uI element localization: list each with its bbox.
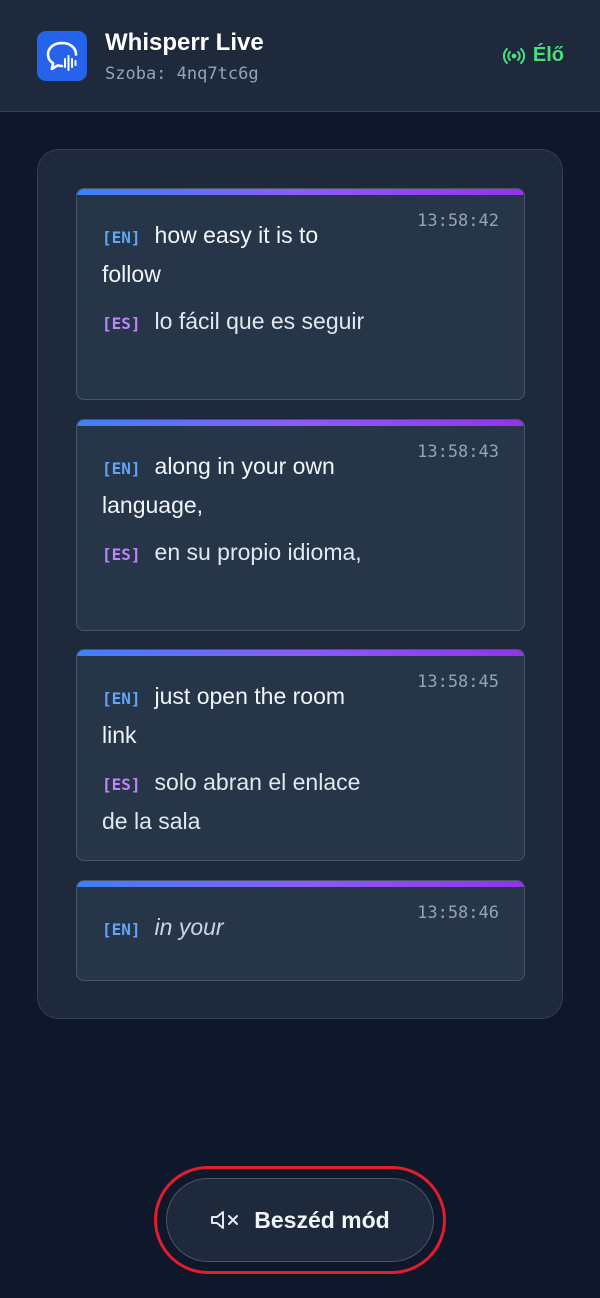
transcript-card-live: 13:58:46 [EN] in your bbox=[76, 880, 525, 981]
spanish-text: en su propio idioma, bbox=[154, 539, 362, 565]
room-code: 4nq7tc6g bbox=[176, 64, 259, 84]
live-status-label: Élő bbox=[532, 44, 564, 66]
transcript-panel[interactable]: 13:58:42 [EN] how easy it is to follow [E… bbox=[37, 149, 563, 1019]
timestamp: 13:58:43 bbox=[417, 442, 499, 462]
speaker-muted-icon bbox=[211, 1211, 239, 1229]
speech-mode-button[interactable]: Beszéd mód bbox=[166, 1178, 434, 1262]
timestamp: 13:58:45 bbox=[417, 672, 499, 692]
app-title: Whisperr Live bbox=[105, 29, 264, 56]
language-tag-es: [ES] bbox=[102, 314, 141, 333]
spanish-line: [ES] solo abran el enlace de la sala bbox=[102, 764, 372, 839]
english-line: [EN] just open the room link bbox=[102, 678, 372, 753]
transcript-card: 13:58:43 [EN] along in your own language,… bbox=[76, 419, 525, 631]
speech-mode-label: Beszéd mód bbox=[254, 1206, 390, 1233]
app-logo bbox=[37, 31, 87, 81]
live-status: Élő bbox=[502, 44, 564, 67]
transcript-card: 13:58:45 [EN] just open the room link [ES… bbox=[76, 649, 525, 861]
language-tag-es: [ES] bbox=[102, 545, 141, 564]
broadcast-icon bbox=[502, 47, 525, 64]
english-line: [EN] along in your own language, bbox=[102, 448, 372, 523]
room-info: Szoba: 4nq7tc6g bbox=[105, 64, 259, 84]
transcript-card: 13:58:42 [EN] how easy it is to follow [E… bbox=[76, 188, 525, 400]
spanish-line: [ES] en su propio idioma, bbox=[102, 534, 372, 573]
language-tag-en: [EN] bbox=[102, 228, 141, 247]
app-header: Whisperr Live Szoba: 4nq7tc6g Élő bbox=[0, 0, 600, 112]
timestamp: 13:58:46 bbox=[417, 903, 499, 923]
spanish-text: lo fácil que es seguir bbox=[154, 308, 365, 334]
english-text: in your bbox=[154, 914, 224, 940]
timestamp: 13:58:42 bbox=[417, 211, 499, 231]
language-tag-en: [EN] bbox=[102, 920, 141, 939]
room-label: Szoba: bbox=[105, 64, 167, 84]
spanish-line: [ES] lo fácil que es seguir bbox=[102, 303, 372, 342]
language-tag-en: [EN] bbox=[102, 689, 141, 708]
language-tag-es: [ES] bbox=[102, 775, 141, 794]
language-tag-en: [EN] bbox=[102, 459, 141, 478]
english-line: [EN] in your bbox=[102, 909, 372, 948]
chat-waveform-icon bbox=[46, 41, 78, 71]
english-line: [EN] how easy it is to follow bbox=[102, 217, 372, 292]
